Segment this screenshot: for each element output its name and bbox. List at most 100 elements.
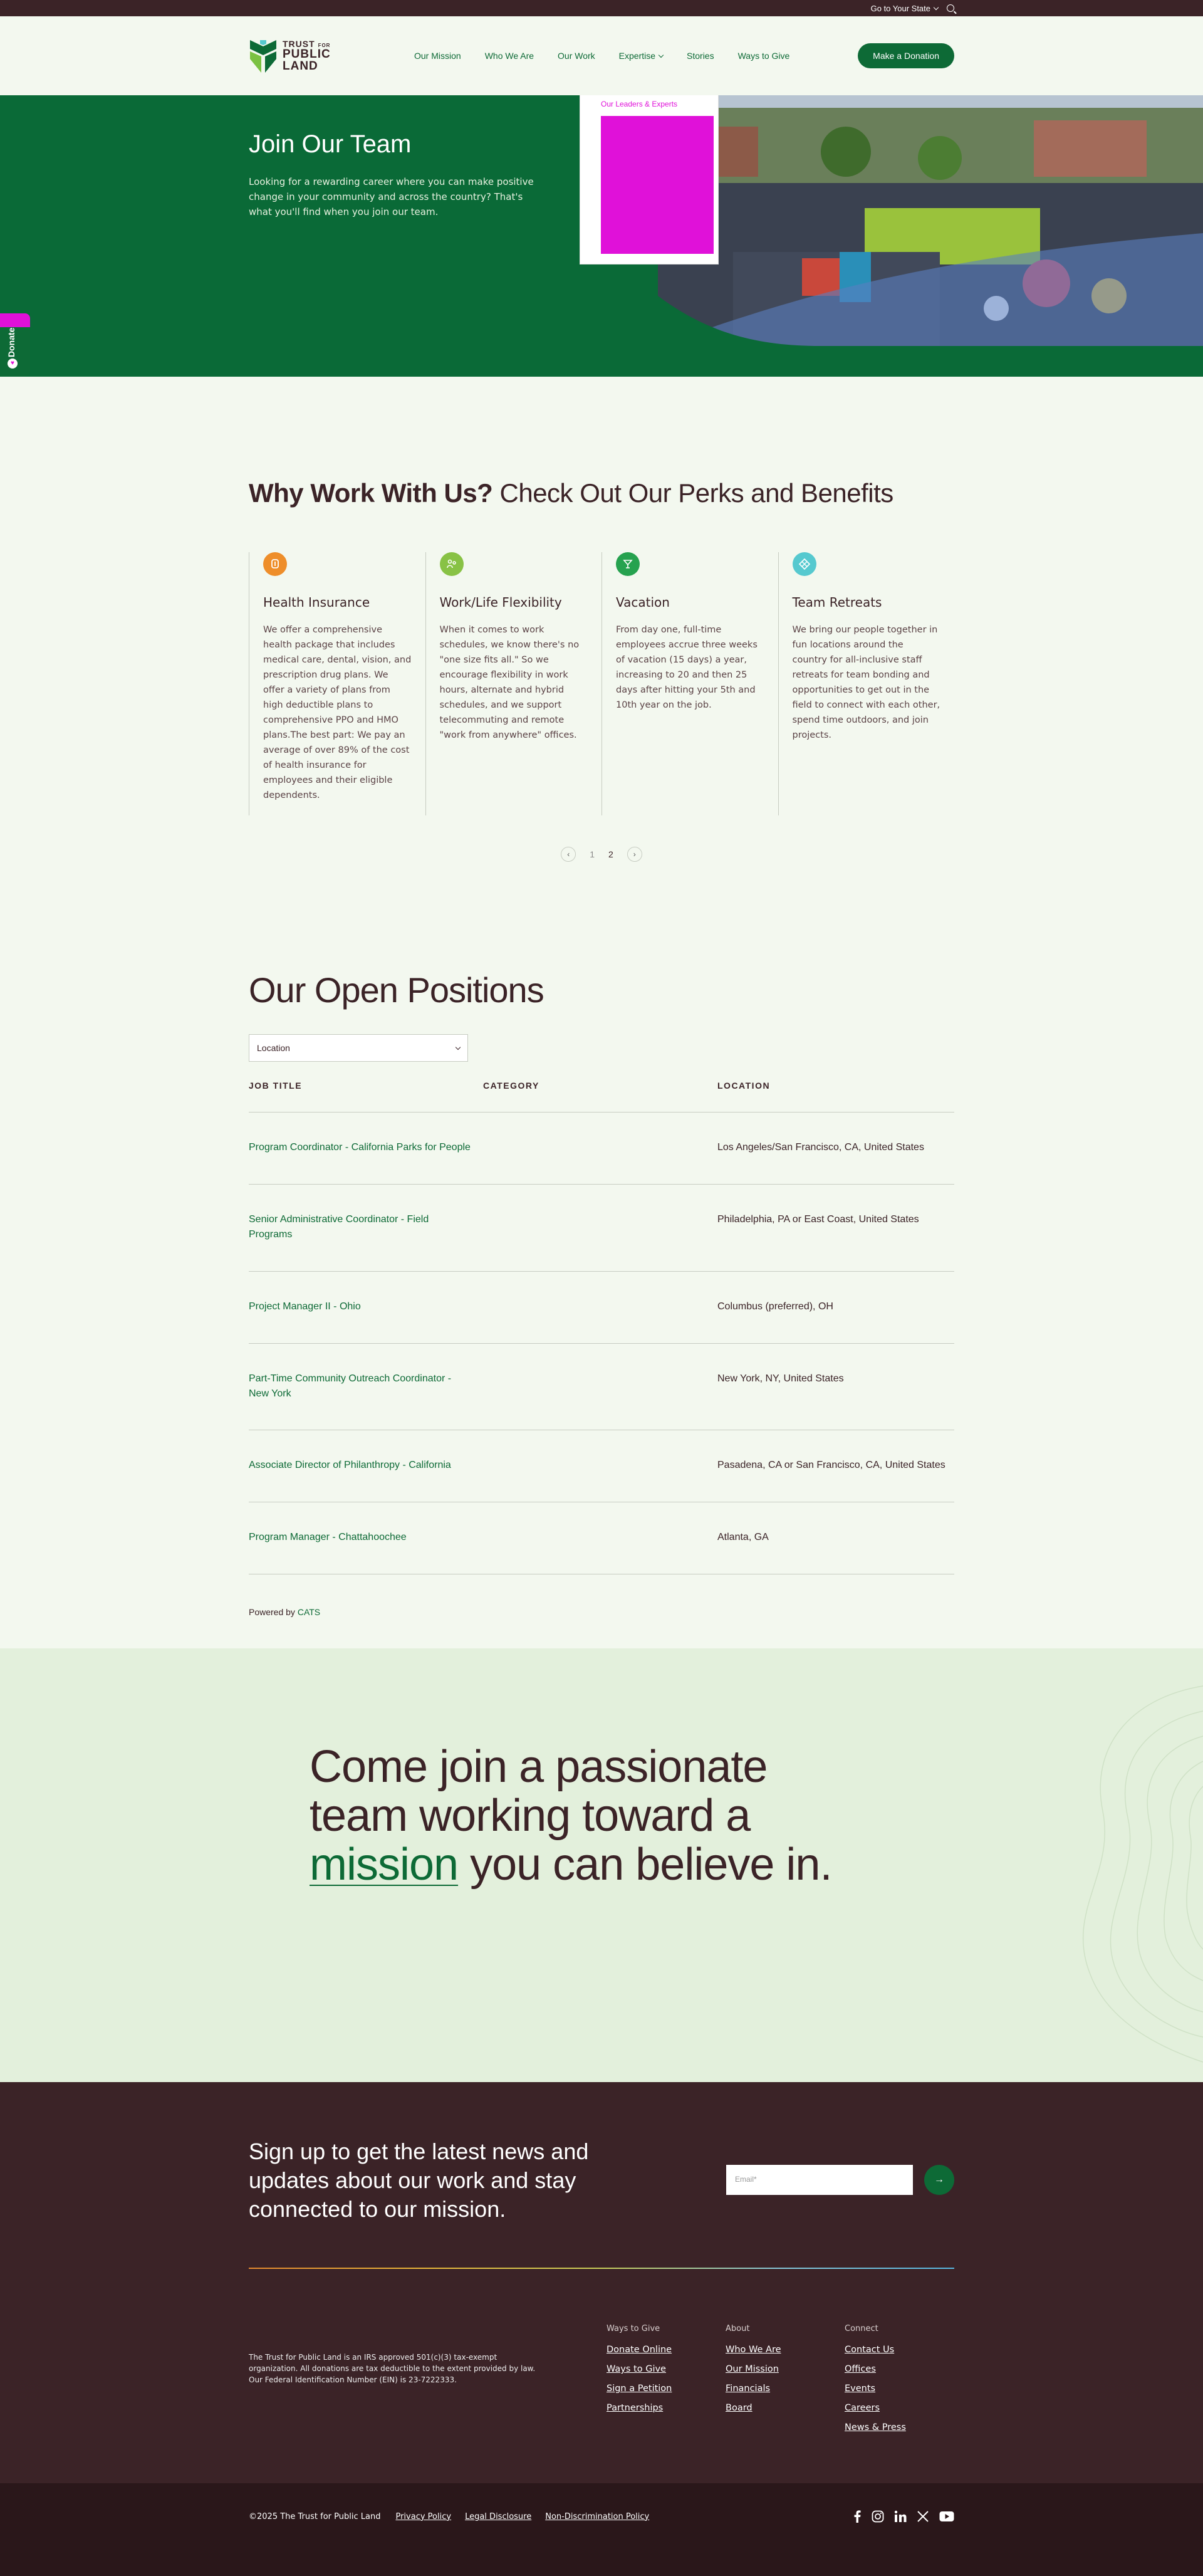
quote-line-3: you can believe in. bbox=[458, 1840, 832, 1890]
header-job-title: JOB TITLE bbox=[249, 1081, 303, 1091]
location-select[interactable]: Location bbox=[249, 1034, 468, 1062]
powered-by: Powered by CATS bbox=[249, 1607, 954, 1648]
nav-stories[interactable]: Stories bbox=[687, 51, 714, 61]
side-tab-label: Donate bbox=[6, 327, 16, 357]
job-location: Pasadena, CA or San Francisco, CA, Unite… bbox=[717, 1460, 945, 1470]
job-category bbox=[483, 1371, 717, 1401]
job-category bbox=[483, 1458, 717, 1473]
nav-expertise[interactable]: Expertise bbox=[619, 51, 664, 61]
dropdown-redacted-items bbox=[601, 116, 714, 254]
header-location: LOCATION bbox=[717, 1081, 771, 1091]
job-category bbox=[483, 1140, 717, 1155]
retreat-icon bbox=[792, 552, 816, 576]
perks-title: Why Work With Us? Check Out Our Perks an… bbox=[249, 478, 954, 508]
side-tab-accent bbox=[0, 313, 30, 327]
perk-card: Health Insurance We offer a comprehensiv… bbox=[249, 552, 425, 815]
social-links bbox=[853, 2510, 954, 2523]
footer-col-heading: Connect bbox=[845, 2324, 878, 2333]
footer-link[interactable]: Ways to Give bbox=[607, 2364, 672, 2374]
pager-next-button[interactable]: › bbox=[627, 847, 642, 862]
hero-section: Our Leaders & Experts Join Our Team Look… bbox=[0, 95, 1203, 377]
nav-ways-to-give[interactable]: Ways to Give bbox=[738, 51, 790, 61]
mission-banner: Come join a passionate team working towa… bbox=[0, 1648, 1203, 2082]
perk-title: Team Retreats bbox=[792, 595, 882, 610]
newsletter-heading: Sign up to get the latest news and updat… bbox=[249, 2139, 589, 2222]
cats-link[interactable]: CATS bbox=[298, 1607, 320, 1617]
footer-link[interactable]: Board bbox=[726, 2403, 781, 2413]
make-donation-button[interactable]: Make a Donation bbox=[858, 43, 954, 68]
youtube-icon[interactable] bbox=[939, 2511, 954, 2522]
table-row: Program Coordinator - California Parks f… bbox=[249, 1113, 954, 1185]
job-title-link[interactable]: Project Manager II - Ohio bbox=[249, 1299, 483, 1314]
logo-line-3: LAND bbox=[283, 60, 318, 73]
job-category bbox=[483, 1212, 717, 1242]
footer-link[interactable]: Careers bbox=[845, 2403, 906, 2413]
logo-line-2: PUBLIC bbox=[283, 48, 331, 61]
footer-link[interactable]: Partnerships bbox=[607, 2403, 672, 2413]
site-footer: Sign up to get the latest news and updat… bbox=[0, 2082, 1203, 2483]
x-twitter-icon[interactable] bbox=[917, 2510, 929, 2523]
legal-disclosure-link[interactable]: Legal Disclosure bbox=[465, 2512, 531, 2521]
expertise-dropdown-menu: Our Leaders & Experts bbox=[580, 95, 719, 264]
drink-icon bbox=[616, 552, 640, 576]
linkedin-icon[interactable] bbox=[894, 2510, 907, 2523]
pager-prev-button[interactable]: ‹ bbox=[561, 847, 576, 862]
perk-text: We offer a comprehensive health package … bbox=[263, 625, 412, 800]
non-discrimination-link[interactable]: Non-Discrimination Policy bbox=[545, 2512, 649, 2521]
state-selector[interactable]: Go to Your State bbox=[870, 3, 939, 13]
donate-side-tab[interactable]: Donate ♥ bbox=[0, 313, 30, 376]
heart-icon: ♥ bbox=[8, 359, 18, 369]
logo-mark-icon bbox=[250, 40, 276, 73]
footer-legal-text: The Trust for Public Land is an IRS appr… bbox=[249, 2353, 536, 2384]
perk-text: When it comes to work schedules, we know… bbox=[439, 625, 580, 740]
site-logo[interactable]: TRUST FOR PUBLIC LAND bbox=[249, 38, 362, 74]
footer-link[interactable]: News & Press bbox=[845, 2422, 906, 2432]
chevron-down-icon bbox=[455, 1044, 461, 1050]
state-selector-label: Go to Your State bbox=[870, 3, 930, 13]
quote-emphasis: mission bbox=[310, 1840, 459, 1890]
job-title-link[interactable]: Part-Time Community Outreach Coordinator… bbox=[249, 1371, 483, 1401]
job-location: Philadelphia, PA or East Coast, United S… bbox=[717, 1214, 919, 1225]
newsletter-submit-button[interactable]: → bbox=[924, 2165, 954, 2195]
search-icon[interactable] bbox=[947, 4, 954, 12]
footer-bottom-bar: ©2025 The Trust for Public Land Privacy … bbox=[0, 2483, 1203, 2576]
footer-link[interactable]: Donate Online bbox=[607, 2345, 672, 2355]
job-location: Atlanta, GA bbox=[717, 1532, 769, 1542]
footer-link[interactable]: Sign a Petition bbox=[607, 2384, 672, 2394]
pager-page-2[interactable]: 2 bbox=[608, 849, 613, 859]
email-field[interactable]: Email* bbox=[726, 2165, 913, 2195]
footer-link[interactable]: Events bbox=[845, 2384, 906, 2394]
topo-lines-decoration bbox=[1082, 1685, 1203, 2063]
job-category bbox=[483, 1299, 717, 1314]
positions-section: Our Open Positions Location JOB TITLE CA… bbox=[0, 862, 1203, 1648]
dropdown-item-leaders[interactable]: Our Leaders & Experts bbox=[601, 100, 677, 108]
pager-page-1[interactable]: 1 bbox=[590, 849, 595, 859]
job-location: Los Angeles/San Francisco, CA, United St… bbox=[717, 1142, 924, 1153]
location-select-value: Location bbox=[257, 1043, 290, 1053]
job-title-link[interactable]: Associate Director of Philanthropy - Cal… bbox=[249, 1458, 483, 1473]
table-row: Program Manager - Chattahoochee Atlanta,… bbox=[249, 1502, 954, 1574]
nav-who-we-are[interactable]: Who We Are bbox=[485, 51, 534, 61]
job-location: Columbus (preferred), OH bbox=[717, 1301, 833, 1312]
footer-link[interactable]: Who We Are bbox=[726, 2345, 781, 2355]
privacy-policy-link[interactable]: Privacy Policy bbox=[395, 2512, 451, 2521]
instagram-icon[interactable] bbox=[872, 2510, 884, 2523]
arrow-right-icon: → bbox=[934, 2174, 944, 2185]
site-header: TRUST FOR PUBLIC LAND Our Mission Who We… bbox=[0, 16, 1203, 95]
footer-link[interactable]: Our Mission bbox=[726, 2364, 781, 2374]
footer-col-heading: Ways to Give bbox=[607, 2324, 660, 2333]
footer-link[interactable]: Contact Us bbox=[845, 2345, 906, 2355]
perk-text: From day one, full-time employees accrue… bbox=[616, 625, 758, 710]
footer-link[interactable]: Financials bbox=[726, 2384, 781, 2394]
quote-line-2: team working toward a bbox=[310, 1791, 751, 1841]
header-category: CATEGORY bbox=[483, 1081, 539, 1091]
facebook-icon[interactable] bbox=[853, 2510, 862, 2523]
positions-title: Our Open Positions bbox=[249, 970, 544, 1010]
job-title-link[interactable]: Senior Administrative Coordinator - Fiel… bbox=[249, 1212, 483, 1242]
job-title-link[interactable]: Program Manager - Chattahoochee bbox=[249, 1530, 483, 1545]
nav-our-work[interactable]: Our Work bbox=[558, 51, 595, 61]
nav-our-mission[interactable]: Our Mission bbox=[414, 51, 461, 61]
footer-col-about: About Who We Are Our Mission Financials … bbox=[726, 2324, 781, 2422]
job-title-link[interactable]: Program Coordinator - California Parks f… bbox=[249, 1140, 483, 1155]
footer-link[interactable]: Offices bbox=[845, 2364, 906, 2374]
